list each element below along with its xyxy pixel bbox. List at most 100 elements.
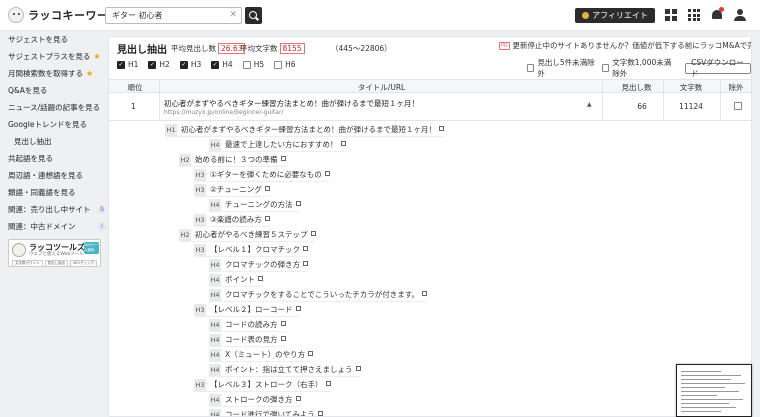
clear-icon[interactable]: ✕ (229, 10, 237, 20)
heading-level-filters: ✓ H1 ✓ H2 ✓ H3 ✓ H4 H5 H6 (117, 60, 296, 69)
outline-item[interactable]: H4 最速で上達したい方におすすめ！ (209, 138, 346, 152)
exclude-checkbox[interactable] (734, 102, 742, 110)
outline-item[interactable]: H3 ③楽譜の読み方 (194, 213, 270, 227)
external-link-icon[interactable] (317, 411, 323, 416)
checkbox[interactable]: ✓ (211, 60, 220, 69)
sidebar-item-google-trends[interactable]: Googleトレンドを見る (8, 119, 87, 130)
pr-badge: PR (499, 41, 510, 50)
external-link-icon[interactable] (258, 276, 263, 281)
heading-tag: H2 (179, 153, 191, 166)
outline-item[interactable]: H4 ストロークの弾き方 (209, 393, 301, 407)
heading-tag: H4 (209, 408, 221, 416)
row-title[interactable]: 初心者がまずやるべきギター練習方法まとめ！曲が弾けるまで最短１ヶ月！ (164, 98, 419, 109)
external-link-icon[interactable] (280, 336, 286, 341)
filter-h1[interactable]: ✓ H1 (117, 60, 138, 69)
page-title: 見出し抽出 (117, 45, 167, 56)
sidebar-item-qa[interactable]: Q&Aを見る (8, 85, 47, 96)
star-icon: ★ (86, 69, 94, 78)
collapse-caret-icon[interactable]: ▲ (587, 101, 592, 108)
user-icon[interactable] (734, 9, 746, 21)
heading-tag: H2 (179, 228, 191, 241)
filter-h6[interactable]: H6 (274, 60, 296, 69)
row-url[interactable]: https://muzyx.jp/online/beginner-guitar/ (164, 109, 283, 116)
external-link-icon[interactable] (280, 156, 286, 161)
ma-notice[interactable]: PR 更新停止中のサイトありませんか？価値が低下する前にラッコM&Aで売却！ (499, 40, 751, 51)
outline-item[interactable]: H4 クロマチックの弾き方 (209, 258, 308, 272)
bell-icon[interactable] (711, 7, 724, 21)
outline-item[interactable]: H2 始める前に！３つの準備 (179, 153, 286, 167)
outline-item[interactable]: H4 チューニングの方法 (209, 198, 301, 212)
banner-subtitle: ウェブと使えるWebツール (29, 252, 84, 257)
screenshot-thumbnail[interactable] (676, 364, 752, 417)
outline-item[interactable]: H4 X（ミュート）のやり方 (209, 348, 314, 362)
external-link-icon[interactable] (303, 261, 308, 266)
external-link-icon[interactable] (439, 126, 444, 131)
checkbox[interactable]: ✓ (148, 60, 157, 69)
rakko-tools-banner[interactable]: ラッコツールズ ウェブと使えるWebツール 100ツール無料 文字数カウント 見… (8, 239, 101, 267)
external-link-icon[interactable] (295, 306, 301, 311)
avg-headings-stat: 平均見出し数 26.63 (171, 43, 246, 54)
outline-item[interactable]: H4 コード表の見方 (209, 333, 286, 347)
exclude-chars-option[interactable]: 文字数1,000未満除外 (601, 57, 678, 79)
outline-item[interactable]: H4 コード進行で弾いてみよう (209, 408, 323, 416)
search-button[interactable] (245, 7, 262, 24)
heading-tag: H4 (209, 288, 221, 301)
external-link-icon[interactable] (264, 216, 270, 221)
sidebar-item-synonyms[interactable]: 類語・同義語を見る (8, 187, 76, 198)
outline-item[interactable]: H2 初心者がやるべき練習５ステップ (179, 228, 316, 242)
apps-icon[interactable] (688, 9, 700, 21)
outline-item[interactable]: H3 【レベル１】クロマチック (194, 243, 308, 257)
external-link-icon[interactable] (340, 141, 346, 146)
filter-h5[interactable]: H5 (242, 60, 264, 69)
affiliate-button[interactable]: アフィリエイト (575, 8, 655, 23)
heading-tag: H4 (209, 333, 221, 346)
outline-item[interactable]: H3 【レベル３】ストローク（右手） (194, 378, 331, 392)
external-link-icon[interactable] (264, 186, 270, 191)
outline-item[interactable]: H4 ポイント：指は立てて押さえましょう (209, 363, 361, 377)
filter-h2[interactable]: ✓ H2 (148, 60, 170, 69)
csv-download-button[interactable]: CSVダウンロード (685, 58, 751, 78)
sidebar-item-suggest[interactable]: サジェストを見る (8, 34, 68, 45)
outline-item[interactable]: H4 クロマチックをすることでこういったチカラが付きます。 (209, 288, 428, 302)
checkbox[interactable] (242, 60, 251, 69)
sidebar-item-related-words[interactable]: 周辺語・連想語を見る (8, 170, 83, 181)
filter-h3[interactable]: ✓ H3 (179, 60, 201, 69)
sidebar: サジェストを見る サジェストプラスを見る ★ 月間検索数を取得する ★ Q&Aを見る… (0, 31, 106, 417)
external-link-icon[interactable] (280, 321, 286, 326)
exclude-small-option[interactable]: 見出し5件未満除外 (527, 57, 595, 79)
outline-item[interactable]: H3 【レベル２】ローコード (194, 303, 301, 317)
external-link-icon[interactable] (355, 366, 361, 371)
checkbox[interactable] (274, 60, 283, 69)
filter-h4[interactable]: ✓ H4 (211, 60, 233, 69)
sidebar-item-monthly-volume[interactable]: 月間検索数を取得する ★ (8, 68, 93, 79)
logo[interactable]: ラッコキーワード (8, 7, 120, 23)
checkbox[interactable] (601, 64, 610, 72)
star-icon: ★ (93, 52, 101, 61)
checkbox[interactable]: ✓ (179, 60, 188, 69)
outline-item[interactable]: H4 コードの読み方 (209, 318, 286, 332)
checkbox[interactable] (527, 64, 535, 72)
external-link-icon[interactable] (310, 231, 316, 236)
sidebar-item-cooccurrence[interactable]: 共起語を見る (8, 153, 53, 164)
search-input[interactable] (106, 8, 226, 23)
external-link-icon[interactable] (303, 246, 308, 251)
heading-tag: H4 (209, 138, 221, 151)
external-link-icon[interactable] (295, 201, 301, 206)
checkbox[interactable]: ✓ (117, 60, 125, 69)
external-link-icon[interactable] (308, 351, 314, 356)
external-link-icon[interactable] (324, 171, 330, 176)
sidebar-item-sites-for-sale[interactable]: 関連：売り出し中サイト S (8, 204, 106, 215)
sidebar-item-news[interactable]: ニュース/話題の記事を見る (8, 102, 100, 113)
grid-menu-icon[interactable] (665, 9, 677, 21)
external-link-icon[interactable] (422, 291, 428, 296)
external-link-icon[interactable] (325, 381, 331, 386)
sidebar-item-suggest-plus[interactable]: サジェストプラスを見る ★ (8, 51, 101, 62)
sidebar-item-heading-extract[interactable]: 見出し抽出 (14, 136, 52, 147)
avg-chars-stat: 平均文字数 8155 (240, 43, 305, 54)
outline-item[interactable]: H4 ポイント (209, 273, 263, 287)
outline-item[interactable]: H1 初心者がまずやるべきギター練習方法まとめ！曲が弾けるまで最短１ヶ月！ (165, 123, 444, 137)
external-link-icon[interactable] (295, 396, 301, 401)
outline-item[interactable]: H3 ①ギターを弾くために必要なもの (194, 168, 330, 182)
outline-item[interactable]: H3 ②チューニング (194, 183, 270, 197)
sidebar-item-used-domains[interactable]: 関連：中古ドメイン i (8, 221, 106, 232)
